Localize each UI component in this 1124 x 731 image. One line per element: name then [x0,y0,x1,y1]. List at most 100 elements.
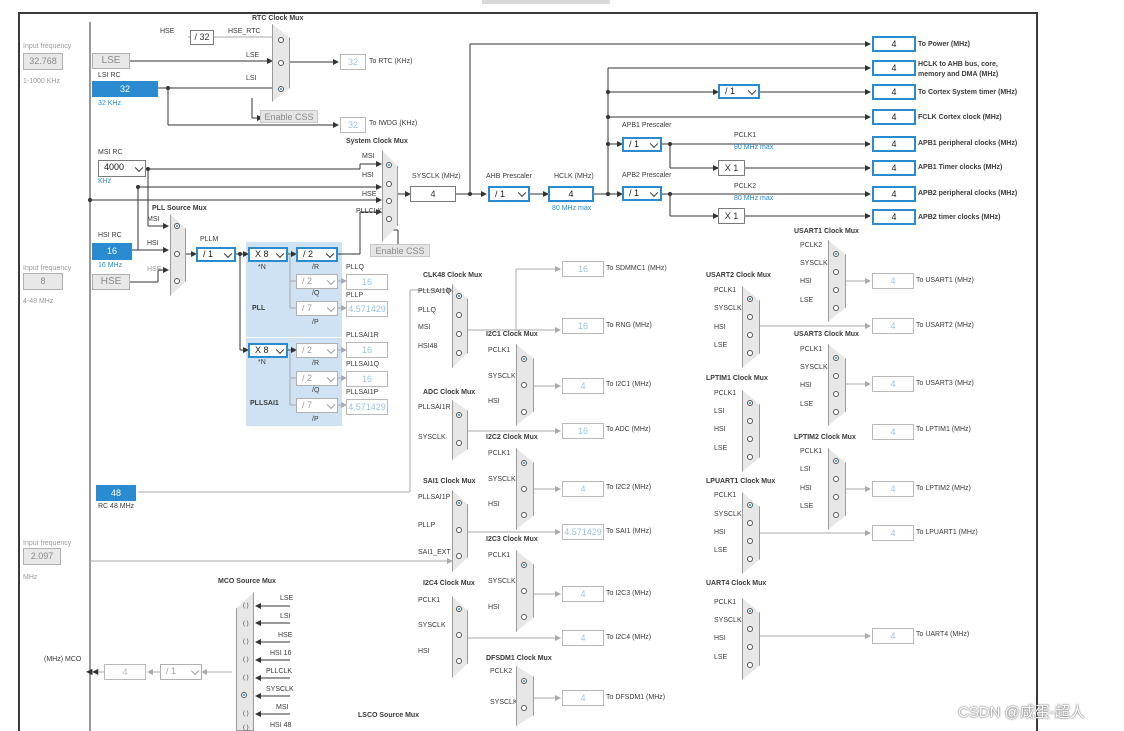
rtc-radio-hse[interactable] [278,37,284,43]
i2c4-radio-sysclk[interactable] [456,632,462,638]
lpuart1-radio-pclk1[interactable] [747,502,753,508]
hse-input-frequency[interactable]: 8 [23,273,63,290]
rtc-radio-lsi[interactable] [278,86,284,92]
rtc-radio-lse[interactable] [278,60,284,66]
lptim2-radio-lsi[interactable] [833,476,839,482]
usart3-radio-pclk1[interactable] [833,355,839,361]
uart4-radio-pclk1[interactable] [747,608,753,614]
clk48-radio-hsi48[interactable] [456,350,462,356]
uart4-radio-sysclk[interactable] [747,626,753,632]
i2c3-radio-pclk1[interactable] [521,562,527,568]
dfsdm1-radio-pclk2[interactable] [521,678,527,684]
pll-radio-hsi[interactable] [174,251,180,257]
sai1-radio-pllp[interactable] [456,527,462,533]
usart2-radio-lse[interactable] [747,350,753,356]
pll-q-select[interactable]: / 2 [296,274,338,289]
hse-source[interactable]: HSE [92,274,130,290]
dfsdm1-radio-sysclk[interactable] [521,705,527,711]
mco-radio-sysclk[interactable] [241,692,247,698]
i2c4-radio-hsi[interactable] [456,658,462,664]
sys-radio-msi[interactable] [386,162,392,168]
lptim2-radio-pclk1[interactable] [833,458,839,464]
usart2-radio-hsi[interactable] [747,332,753,338]
uart4-radio-lse[interactable] [747,662,753,668]
i2c2-radio-pclk1[interactable] [521,460,527,466]
lpuart1-radio-lse[interactable] [747,556,753,562]
pllsai1-r-select[interactable]: / 2 [296,343,338,358]
lptim1-radio-lsi[interactable] [747,418,753,424]
lptim2-radio-hsi[interactable] [833,494,839,500]
output-power-value[interactable]: 4 [872,36,916,52]
pllm-select[interactable]: / 1 [196,247,236,262]
usart3-radio-lse[interactable] [833,409,839,415]
pll-p-select[interactable]: / 7 [296,301,338,316]
lpuart1-radio-sysclk[interactable] [747,520,753,526]
clk48-radio-pllsai1q[interactable] [456,293,462,299]
sys-radio-hsi[interactable] [386,181,392,187]
lpuart1-radio-hsi[interactable] [747,538,753,544]
pllsai1-q-select[interactable]: / 2 [296,371,338,386]
sys-radio-hse[interactable] [386,198,392,204]
pll-n-select[interactable]: X 8 [248,247,288,262]
sai1-radio-pllsai1p[interactable] [456,500,462,506]
mco-radio-hsi48[interactable]: ( ) [243,724,249,731]
lptim2-radio-lse[interactable] [833,512,839,518]
lse-input-frequency[interactable]: 32.768 [23,53,63,70]
i2c2-radio-hsi[interactable] [521,512,527,518]
enable-css-lse-button[interactable]: Enable CSS [260,110,318,123]
usart1-radio-sysclk[interactable] [833,269,839,275]
usart2-radio-sysclk[interactable] [747,314,753,320]
pll-radio-hse[interactable] [174,278,180,284]
output-fclk-value[interactable]: 4 [872,109,916,125]
usart1-radio-pclk2[interactable] [833,251,839,257]
usart3-radio-hsi[interactable] [833,391,839,397]
sys-radio-pllclk[interactable] [386,216,392,222]
output-apb2-peripheral-value[interactable]: 4 [872,186,916,202]
lptim1-radio-pclk1[interactable] [747,400,753,406]
i2c1-radio-sysclk[interactable] [521,382,527,388]
output-apb1-peripheral-value[interactable]: 4 [872,136,916,152]
usart1-radio-lse[interactable] [833,305,839,311]
output-apb1-timer-value[interactable]: 4 [872,160,916,176]
mco-radio-msi[interactable]: ( ) [243,710,249,718]
enable-css-hse-button[interactable]: Enable CSS [370,244,430,257]
output-apb2-timer-value[interactable]: 4 [872,209,916,225]
clk48-radio-msi[interactable] [456,331,462,337]
mco-divider-select[interactable]: / 1 [160,664,202,680]
mco-radio-pllclk[interactable]: ( ) [243,674,249,682]
ext-input-frequency[interactable]: 2.097 [23,548,61,565]
i2c2-radio-sysclk[interactable] [521,486,527,492]
adc-radio-pllsai1r[interactable] [456,412,462,418]
uart4-radio-hsi[interactable] [747,644,753,650]
apb1-prescaler-select[interactable]: / 1 [622,137,662,152]
msi-range-select[interactable]: 4000 [98,160,146,177]
i2c1-radio-hsi[interactable] [521,409,527,415]
pllsai1-n-select[interactable]: X 8 [248,343,288,358]
adc-radio-sysclk[interactable] [456,440,462,446]
usart3-radio-sysclk[interactable] [833,373,839,379]
output-cortex-timer-value[interactable]: 4 [872,84,916,100]
lptim1-radio-lse[interactable] [747,454,753,460]
mco-radio-lse[interactable]: ( ) [243,602,249,610]
usart1-radio-hsi[interactable] [833,287,839,293]
rc48-value[interactable]: 48 [96,485,136,501]
output-hclk-value[interactable]: 4 [872,60,916,76]
mco-radio-hse[interactable]: ( ) [243,638,249,646]
lptim1-radio-hsi[interactable] [747,436,753,442]
mco-radio-lsi[interactable]: ( ) [243,620,249,628]
usart2-radio-pclk1[interactable] [747,296,753,302]
i2c4-radio-pclk1[interactable] [456,606,462,612]
hclk-value[interactable]: 4 [548,186,594,202]
i2c1-radio-pclk1[interactable] [521,356,527,362]
i2c3-radio-hsi[interactable] [521,614,527,620]
clk48-radio-pllq[interactable] [456,312,462,318]
pll-r-select[interactable]: / 2 [296,247,338,262]
cortex-timer-divider-select[interactable]: / 1 [718,84,760,99]
pllsai1-p-select[interactable]: / 7 [296,398,338,413]
rtc-hse-divider[interactable]: / 32 [190,30,214,45]
ahb-prescaler-select[interactable]: / 1 [488,186,530,202]
lsi-rc-value[interactable]: 32 [92,81,158,97]
pll-radio-msi[interactable] [174,223,180,229]
sai1-radio-ext[interactable] [456,553,462,559]
apb2-prescaler-select[interactable]: / 1 [622,186,662,201]
